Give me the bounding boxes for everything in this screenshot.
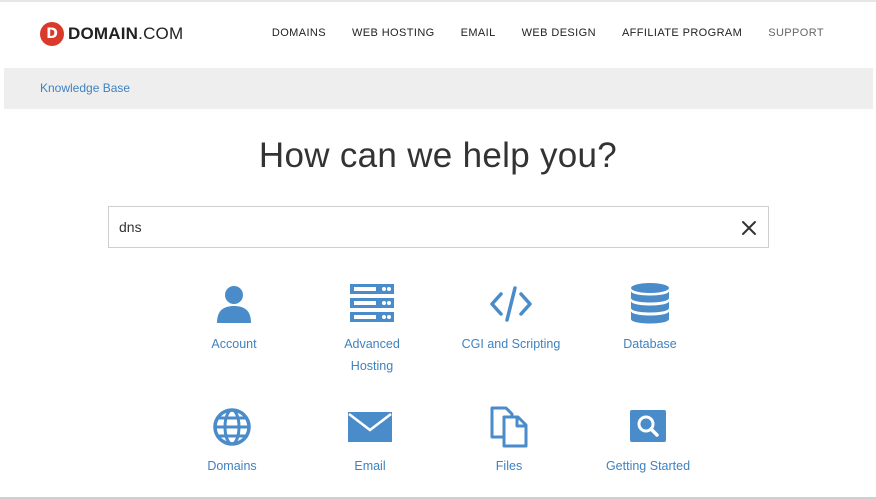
- category-label: Getting Started: [605, 459, 691, 473]
- domain-logo[interactable]: D DOMAIN.COM: [40, 22, 183, 46]
- nav-web-design[interactable]: WEB DESIGN: [522, 27, 596, 39]
- nav-domains[interactable]: DOMAINS: [272, 27, 326, 39]
- category-label: CGI and Scripting: [461, 337, 561, 351]
- code-icon: [489, 282, 533, 326]
- page-title: How can we help you?: [258, 136, 618, 175]
- nav-email[interactable]: EMAIL: [461, 27, 496, 39]
- nav-affiliate-program[interactable]: AFFILIATE PROGRAM: [622, 27, 742, 39]
- close-icon[interactable]: [739, 218, 759, 238]
- category-label: Advanced Hosting: [344, 337, 400, 373]
- envelope-icon: [348, 405, 392, 449]
- user-icon: [212, 282, 256, 326]
- globe-icon: [210, 405, 254, 449]
- database-icon: [628, 282, 672, 326]
- main-nav: DOMAINS WEB HOSTING EMAIL WEB DESIGN AFF…: [246, 27, 824, 39]
- search-input[interactable]: [119, 216, 719, 238]
- category-label: Account: [211, 337, 257, 351]
- logo-text: DOMAIN.COM: [68, 24, 184, 43]
- nav-support[interactable]: SUPPORT: [768, 27, 824, 39]
- category-label: Database: [623, 337, 677, 351]
- category-label: Domains: [207, 459, 257, 473]
- files-icon: [487, 405, 531, 449]
- search-box-icon: [626, 405, 670, 449]
- logo-d-icon: D: [40, 22, 64, 46]
- category-label: Files: [495, 459, 523, 473]
- category-label: Email: [354, 459, 386, 473]
- search-box: [108, 206, 769, 248]
- site-header: D DOMAIN.COM DOMAINS WEB HOSTING EMAIL W…: [0, 2, 876, 66]
- server-icon: [350, 282, 394, 326]
- breadcrumb: Knowledge Base: [4, 68, 873, 109]
- breadcrumb-knowledge-base[interactable]: Knowledge Base: [40, 81, 130, 95]
- nav-web-hosting[interactable]: WEB HOSTING: [352, 27, 435, 39]
